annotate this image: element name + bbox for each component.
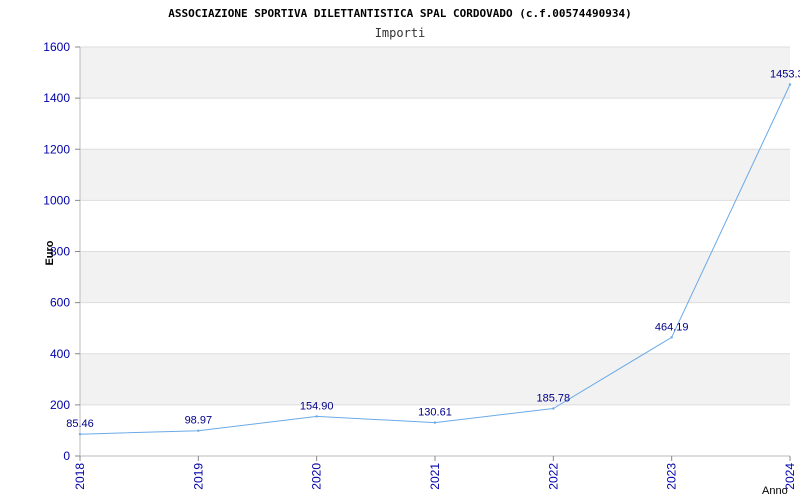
- x-axis-label: Anno: [762, 485, 788, 497]
- data-point: [552, 407, 555, 410]
- plot-band: [80, 149, 790, 201]
- data-point: [670, 336, 673, 339]
- y-tick-label: 600: [50, 296, 70, 310]
- x-tick-label: 2021: [428, 463, 442, 490]
- x-tick-label: 2020: [310, 463, 324, 490]
- y-tick-label: 1400: [43, 91, 70, 105]
- x-axis-ticks: 2018 2019 2020 2021 2022 2023 2024: [73, 456, 797, 490]
- y-tick-label: 1200: [43, 142, 70, 156]
- y-tick-label: 400: [50, 347, 70, 361]
- plot-band: [80, 200, 790, 252]
- data-point: [433, 421, 437, 424]
- y-tick-label: 1000: [43, 193, 70, 207]
- data-label: 98.97: [185, 415, 213, 427]
- data-label: 154.90: [300, 400, 334, 412]
- plot-band: [80, 353, 790, 405]
- data-point: [78, 432, 82, 436]
- x-tick-label: 2019: [191, 463, 205, 490]
- y-tick-label: 200: [50, 398, 70, 412]
- data-label: 464.19: [655, 321, 689, 333]
- x-tick-label: 2023: [665, 463, 679, 490]
- x-tick-label: 2018: [73, 463, 87, 490]
- plot-band: [80, 251, 790, 303]
- chart-subtitle: Importi: [375, 26, 426, 40]
- data-point: [788, 83, 792, 86]
- x-tick-label: 2022: [546, 463, 560, 490]
- y-axis-label: Euro: [44, 240, 56, 265]
- plot-band: [80, 98, 790, 150]
- data-label: 85.46: [66, 418, 94, 430]
- chart: ASSOCIAZIONE SPORTIVA DILETTANTISTICA SP…: [43, 7, 800, 497]
- data-label: 185.78: [537, 393, 571, 405]
- y-tick-label: 1600: [43, 40, 70, 54]
- data-label: 130.61: [418, 407, 452, 419]
- data-point: [315, 415, 318, 418]
- chart-title: ASSOCIAZIONE SPORTIVA DILETTANTISTICA SP…: [168, 7, 632, 20]
- data-point: [197, 429, 200, 432]
- data-label: 1453.3: [770, 69, 800, 81]
- y-tick-label: 0: [63, 449, 70, 463]
- plot-band: [80, 47, 790, 99]
